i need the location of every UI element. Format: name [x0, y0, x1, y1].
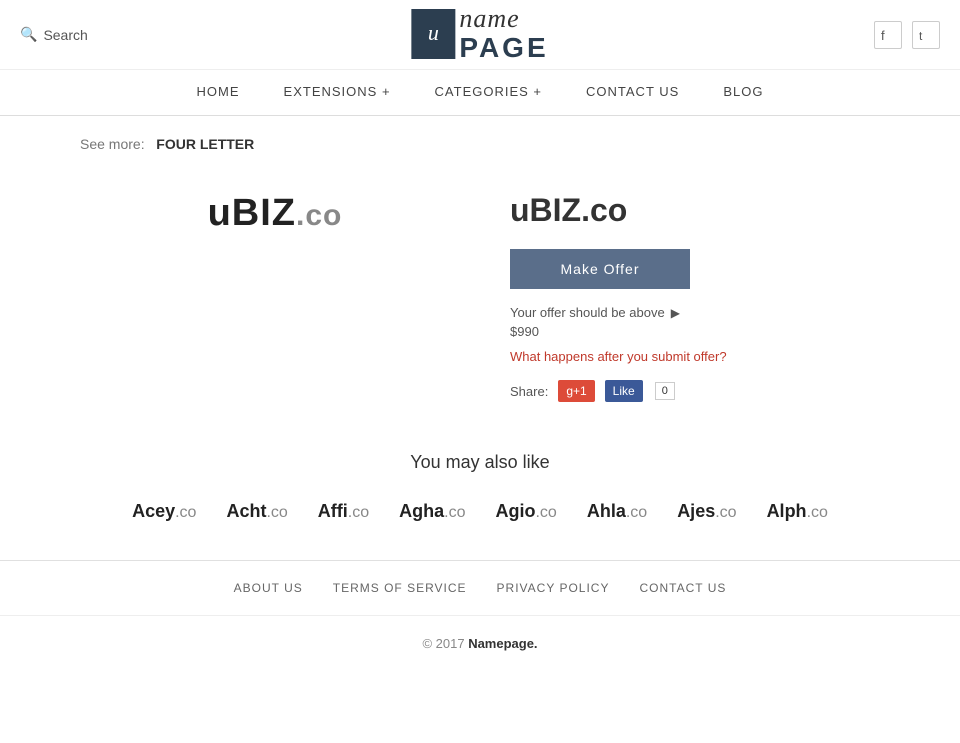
domain-tile-name: Ajes	[677, 501, 715, 521]
twitter-icon[interactable]: t	[912, 21, 940, 49]
fb-like-label: Like	[613, 384, 635, 398]
make-offer-button[interactable]: Make Offer	[510, 249, 690, 289]
svg-text:u: u	[428, 20, 439, 45]
share-label: Share:	[510, 384, 548, 399]
main-content: uBIZ.co uBIZ.co Make Offer Your offer sh…	[0, 162, 960, 442]
footer-link[interactable]: CONTACT US	[639, 581, 726, 595]
footer-links: ABOUT US TERMS OF SERVICE PRIVACY POLICY CO…	[0, 561, 960, 616]
domain-tile-name: Alph	[767, 501, 807, 521]
domain-image: uBIZ.co	[208, 192, 343, 235]
domain-tile-name: Agio	[495, 501, 535, 521]
offer-info: Your offer should be above ▶	[510, 305, 900, 320]
breadcrumb: See more: FOUR LETTER	[0, 116, 960, 162]
domain-tile[interactable]: Ajes.co	[667, 493, 746, 530]
domain-tile-tld: .co	[535, 504, 556, 521]
search-icon: 🔍	[20, 26, 37, 43]
header: 🔍 Search u name PAGE f t	[0, 0, 960, 70]
domain-tile[interactable]: Agio.co	[485, 493, 566, 530]
fb-like-button[interactable]: Like	[605, 380, 643, 402]
search-label[interactable]: Search	[43, 27, 87, 43]
domain-tile-tld: .co	[626, 504, 647, 521]
footer-link[interactable]: TERMS OF SERVICE	[333, 581, 467, 595]
nav-home[interactable]: HOME	[175, 70, 262, 115]
domain-tile-name: Affi	[318, 501, 348, 521]
logo-icon: u	[411, 9, 455, 59]
domain-tile-tld: .co	[175, 504, 196, 521]
domain-image-area: uBIZ.co	[80, 182, 470, 402]
gplus-button[interactable]: g+1	[558, 380, 594, 402]
domain-tile-name: Ahla	[587, 501, 626, 521]
also-like-title: You may also like	[40, 452, 920, 473]
nav-contact[interactable]: CONTACT US	[564, 70, 701, 115]
footer-copyright: © 2017 Namepage.	[0, 616, 960, 671]
domain-tile-tld: .co	[715, 504, 736, 521]
svg-text:f: f	[881, 28, 885, 42]
fb-count: 0	[655, 382, 675, 400]
facebook-icon[interactable]: f	[874, 21, 902, 49]
svg-text:t: t	[919, 29, 923, 42]
domain-tiles: Acey.coAcht.coAffi.coAgha.coAgio.coAhla.…	[40, 493, 920, 530]
what-happens-link[interactable]: What happens after you submit offer?	[510, 349, 900, 364]
footer-link[interactable]: PRIVACY POLICY	[497, 581, 610, 595]
nav-blog[interactable]: BLOG	[701, 70, 785, 115]
domain-tile[interactable]: Acey.co	[122, 493, 206, 530]
domain-tile[interactable]: Affi.co	[308, 493, 379, 530]
share-row: Share: g+1 Like 0	[510, 380, 900, 402]
domain-tile-tld: .co	[444, 504, 465, 521]
domain-tile-name: Acht	[226, 501, 266, 521]
domain-tile-name: Agha	[399, 501, 444, 521]
domain-info-area: uBIZ.co Make Offer Your offer should be …	[510, 182, 900, 402]
namepage-link[interactable]: Namepage.	[468, 636, 537, 651]
domain-tile[interactable]: Alph.co	[757, 493, 838, 530]
main-nav: HOME EXTENSIONS + CATEGORIES + CONTACT U…	[0, 70, 960, 116]
see-more-label: See more:	[80, 136, 145, 152]
domain-title: uBIZ.co	[510, 192, 900, 229]
domain-tile[interactable]: Ahla.co	[577, 493, 657, 530]
arrow-right-icon: ▶	[671, 306, 680, 320]
domain-tile-tld: .co	[348, 504, 369, 521]
offer-price: $990	[510, 324, 900, 339]
domain-tile[interactable]: Acht.co	[216, 493, 297, 530]
domain-tile-name: Acey	[132, 501, 175, 521]
search-area[interactable]: 🔍 Search	[20, 26, 88, 43]
also-like-section: You may also like Acey.coAcht.coAffi.coA…	[0, 442, 960, 560]
footer-link[interactable]: ABOUT US	[234, 581, 303, 595]
domain-tile-tld: .co	[266, 504, 287, 521]
domain-tile-tld: .co	[807, 504, 828, 521]
nav-categories[interactable]: CATEGORIES +	[413, 70, 564, 115]
domain-tile[interactable]: Agha.co	[389, 493, 475, 530]
social-icons: f t	[874, 21, 940, 49]
copyright-text: © 2017	[422, 636, 464, 651]
nav-extensions[interactable]: EXTENSIONS +	[262, 70, 413, 115]
logo[interactable]: u name PAGE	[411, 5, 548, 64]
breadcrumb-link[interactable]: FOUR LETTER	[156, 136, 254, 152]
logo-text: name PAGE	[459, 5, 548, 64]
